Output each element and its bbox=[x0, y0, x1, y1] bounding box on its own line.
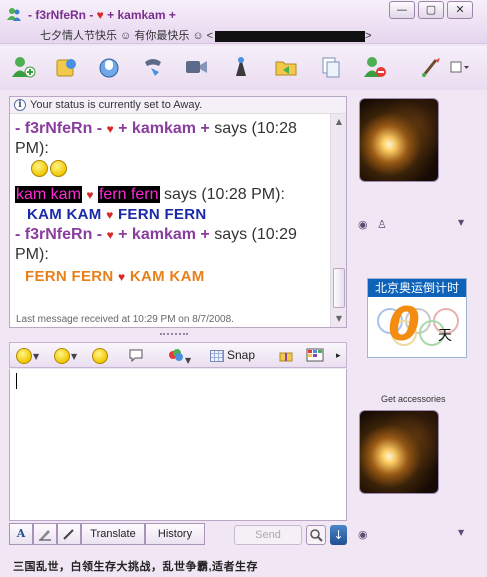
snap-button[interactable]: Snap bbox=[210, 347, 255, 364]
smiley-icon bbox=[31, 160, 48, 178]
chevron-down-icon: ▼ bbox=[33, 352, 40, 361]
sender-name: kam kam bbox=[15, 186, 82, 203]
invite-contact-icon[interactable] bbox=[10, 54, 36, 80]
webcam-icon[interactable]: ◉ bbox=[358, 528, 368, 542]
last-message-info: Last message received at 10:29 PM on 8/7… bbox=[16, 314, 234, 325]
message-header: - f3rNfeRn - ♥ + kamkam + says (10:28 PM… bbox=[15, 120, 297, 157]
send-files-icon[interactable] bbox=[53, 54, 79, 80]
user-avatar bbox=[359, 410, 439, 494]
smiley-icon bbox=[16, 347, 32, 364]
nudge-icon bbox=[92, 347, 108, 364]
handwrite-button[interactable] bbox=[33, 523, 57, 545]
chevron-down-icon[interactable]: ▼ bbox=[458, 218, 464, 232]
download-arrow-icon[interactable]: ↓ bbox=[330, 525, 347, 545]
heart-icon: ♥ bbox=[86, 188, 94, 202]
heart-icon: ♥ bbox=[106, 208, 114, 222]
phone-icon[interactable] bbox=[140, 54, 166, 80]
minimize-button[interactable]: — bbox=[389, 1, 415, 19]
redacted-block bbox=[215, 30, 366, 42]
sender-name-2: fern fern bbox=[97, 186, 160, 203]
menu-icon[interactable] bbox=[446, 54, 472, 80]
conversation-scrollbar[interactable]: ▲ ▼ bbox=[330, 114, 346, 327]
contact-person-icon[interactable]: ♙ bbox=[377, 218, 387, 232]
countdown-value: 0 bbox=[388, 297, 421, 351]
scroll-thumb[interactable] bbox=[333, 268, 345, 308]
conversation-pane: i Your status is currently set to Away. … bbox=[9, 96, 347, 328]
heart-icon: ♥ bbox=[96, 8, 104, 22]
activities-icon[interactable] bbox=[228, 54, 254, 80]
paint-icon[interactable] bbox=[418, 54, 444, 80]
nudge-button[interactable] bbox=[92, 347, 108, 364]
wink-icon bbox=[54, 347, 70, 364]
video-icon[interactable] bbox=[183, 54, 209, 80]
close-button[interactable]: ✕ bbox=[447, 1, 473, 19]
status-notice-bar: i Your status is currently set to Away. bbox=[10, 97, 346, 114]
msn-buddy-icon bbox=[7, 8, 21, 21]
message-body: FERN FERN ♥ KAM KAM bbox=[25, 268, 205, 285]
background-button[interactable]: ▼ bbox=[168, 347, 192, 365]
format-toolbar: ▼ ▼ ▼ Snap ▸ bbox=[9, 342, 347, 368]
bottom-bar: A Translate History Send ↓ bbox=[9, 523, 349, 547]
chevron-down-icon[interactable]: ▼ bbox=[458, 528, 464, 542]
pen-icon bbox=[39, 530, 51, 541]
info-icon: i bbox=[14, 99, 26, 111]
history-tab[interactable]: History bbox=[145, 523, 205, 545]
color-palette-icon bbox=[169, 349, 183, 361]
copy-icon[interactable] bbox=[318, 54, 344, 80]
message-header: - f3rNfeRn - ♥ + kamkam + says (10:29 PM… bbox=[15, 226, 297, 263]
voice-clip-button[interactable] bbox=[128, 347, 144, 364]
search-button[interactable] bbox=[306, 525, 326, 545]
heart-icon: ♥ bbox=[106, 228, 114, 242]
message-body bbox=[15, 159, 325, 183]
wink-button[interactable]: ▼ bbox=[54, 347, 77, 364]
message-header: kam kam ♥ fern fern says (10:28 PM): bbox=[15, 186, 285, 203]
chevron-down-icon: ▼ bbox=[71, 352, 78, 361]
grid-icon bbox=[210, 349, 224, 362]
voice-call-icon[interactable] bbox=[96, 54, 122, 80]
message-list: - f3rNfeRn - ♥ + kamkam + says (10:28 PM… bbox=[15, 119, 325, 287]
heart-icon: ♥ bbox=[106, 122, 114, 136]
get-accessories-link[interactable]: Get accessories bbox=[381, 394, 446, 404]
text-cursor bbox=[16, 373, 17, 389]
sender-name: - f3rNfeRn - ♥ + kamkam + bbox=[15, 120, 215, 137]
search-icon bbox=[310, 529, 323, 542]
contact-name: - f3rNfeRn - ♥ + kamkam + bbox=[28, 8, 176, 22]
games-button[interactable] bbox=[306, 347, 324, 364]
font-button[interactable]: A bbox=[9, 523, 33, 545]
countdown-unit: 天 bbox=[438, 327, 452, 343]
wink-smiley-icon bbox=[50, 160, 67, 178]
ink-pen-icon bbox=[63, 529, 74, 540]
personal-message: 七夕情人节快乐 ☺ 有你最快乐 ☺ < > bbox=[40, 30, 372, 42]
send-button[interactable]: Send bbox=[234, 525, 302, 545]
gift-icon bbox=[279, 352, 293, 362]
pane-splitter[interactable] bbox=[160, 333, 188, 337]
message-body: KAM KAM ♥ FERN FERN bbox=[27, 206, 207, 223]
main-toolbar bbox=[0, 46, 487, 90]
contact-avatar bbox=[359, 98, 439, 182]
title-bar: - f3rNfeRn - ♥ + kamkam + 七夕情人节快乐 ☺ 有你最快… bbox=[0, 0, 487, 44]
speech-bubble-icon bbox=[129, 349, 143, 363]
sender-name: - f3rNfeRn - ♥ + kamkam + bbox=[15, 226, 215, 243]
chevron-down-icon: ▼ bbox=[185, 356, 192, 365]
message-input[interactable] bbox=[9, 369, 347, 521]
wink-gift-button[interactable] bbox=[278, 347, 294, 364]
maximize-button[interactable]: ▢ bbox=[418, 1, 444, 19]
scroll-up-arrow-icon[interactable]: ▲ bbox=[333, 116, 345, 128]
block-icon[interactable] bbox=[362, 54, 388, 80]
more-options-arrow-icon[interactable]: ▸ bbox=[336, 347, 341, 364]
ink-button[interactable] bbox=[57, 523, 81, 545]
color-grid-icon bbox=[306, 348, 324, 362]
translate-tab[interactable]: Translate bbox=[81, 523, 145, 545]
webcam-icon[interactable]: ◉ bbox=[358, 218, 368, 232]
footer-ad-text[interactable]: 三国乱世，白领生存大挑战，乱世争霸,适者生存 bbox=[13, 558, 258, 574]
emoticon-button[interactable]: ▼ bbox=[16, 347, 39, 364]
scroll-down-arrow-icon[interactable]: ▼ bbox=[333, 313, 345, 325]
olympic-countdown-ad[interactable]: 北京奥运倒计时 0 天 bbox=[367, 278, 467, 358]
share-folder-icon[interactable] bbox=[273, 54, 299, 80]
